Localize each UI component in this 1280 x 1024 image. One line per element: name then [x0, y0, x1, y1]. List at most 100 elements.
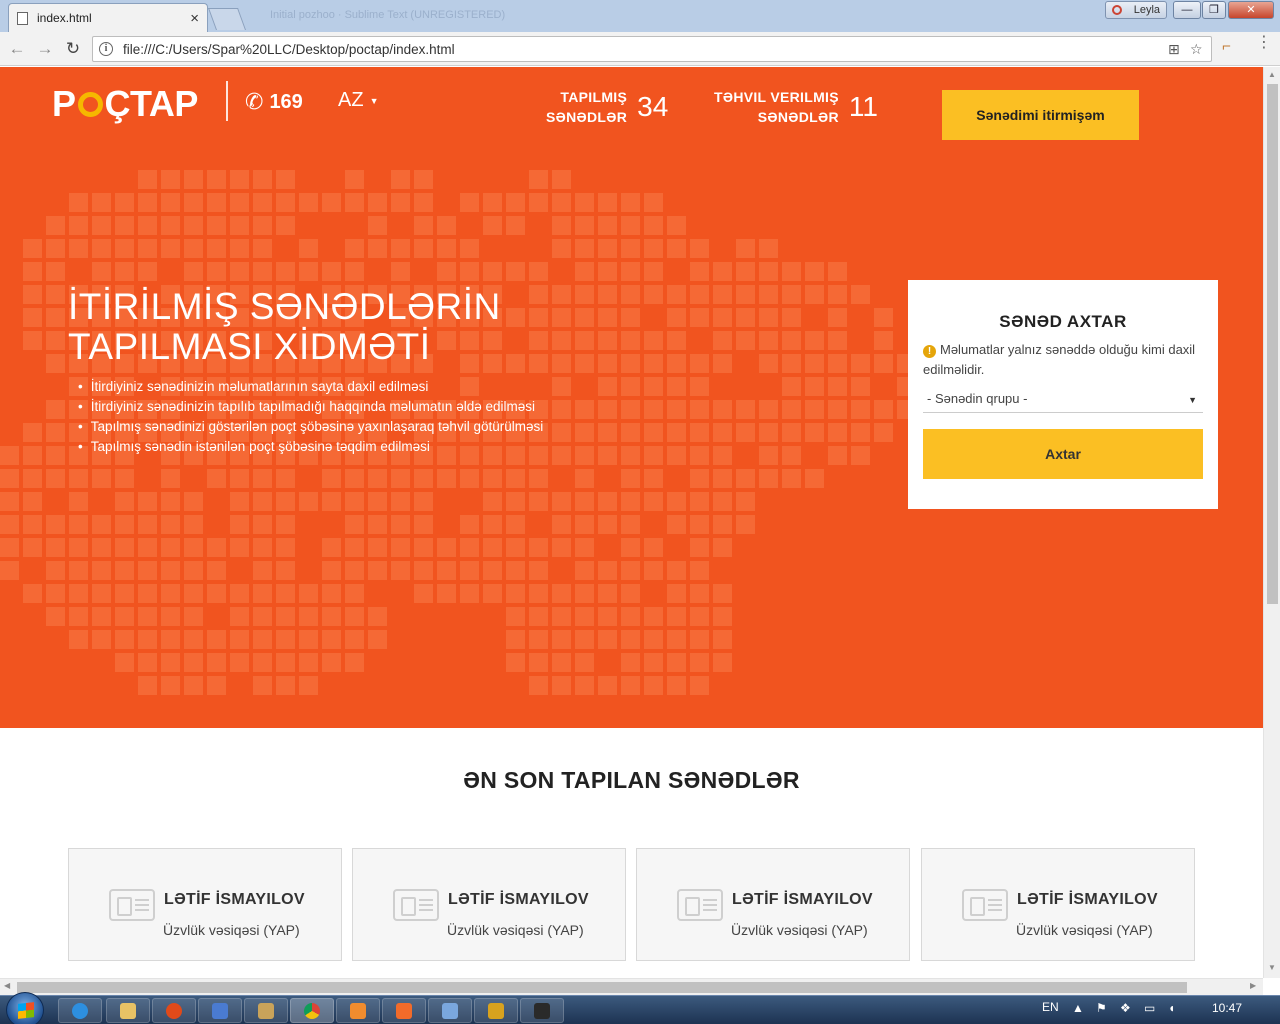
app-icon[interactable] — [520, 998, 564, 1023]
map-pixel — [253, 193, 272, 212]
map-pixel — [391, 561, 410, 580]
search-button[interactable]: Axtar — [923, 429, 1203, 479]
map-pixel — [230, 262, 249, 281]
map-pixel — [368, 515, 387, 534]
map-pixel — [575, 561, 594, 580]
reload-icon[interactable]: ↻ — [62, 38, 84, 60]
translate-icon[interactable]: ⊞ — [1168, 41, 1180, 58]
map-pixel — [23, 239, 42, 258]
map-pixel — [552, 607, 571, 626]
show-hidden-icons-icon[interactable]: ▲ — [1072, 1001, 1084, 1015]
map-pixel — [138, 515, 157, 534]
scroll-left-icon[interactable]: ◀ — [4, 981, 10, 990]
filezilla-icon[interactable] — [474, 998, 518, 1023]
ie-icon[interactable] — [58, 998, 102, 1023]
map-pixel — [667, 492, 686, 511]
map-pixel — [529, 193, 548, 212]
sublime-icon[interactable] — [336, 998, 380, 1023]
scroll-right-icon[interactable]: ▶ — [1250, 981, 1256, 990]
map-pixel — [529, 653, 548, 672]
info-icon[interactable]: i — [99, 42, 113, 56]
document-card[interactable]: LƏTİF İSMAYILOV Üzvlük vəsiqəsi (YAP) — [68, 848, 342, 961]
network-icon[interactable]: ▭ — [1144, 1001, 1155, 1015]
document-card[interactable]: LƏTİF İSMAYILOV Üzvlük vəsiqəsi (YAP) — [352, 848, 626, 961]
map-pixel — [506, 515, 525, 534]
map-pixel — [253, 216, 272, 235]
scroll-up-icon[interactable]: ▲ — [1268, 70, 1276, 79]
lost-document-button[interactable]: Sənədimi itirmişəm — [942, 90, 1139, 140]
map-pixel — [552, 446, 571, 465]
back-arrow-icon[interactable]: ← — [6, 38, 28, 60]
document-card[interactable]: LƏTİF İSMAYILOV Üzvlük vəsiqəsi (YAP) — [921, 848, 1195, 961]
app-icon[interactable] — [198, 998, 242, 1023]
browser-menu-icon[interactable]: ⋮ — [1256, 35, 1272, 51]
minimize-button[interactable]: — — [1173, 1, 1201, 19]
maximize-button[interactable]: ❐ — [1202, 1, 1226, 19]
map-pixel — [368, 630, 387, 649]
map-pixel — [552, 492, 571, 511]
map-pixel — [690, 653, 709, 672]
new-tab-button[interactable] — [207, 8, 247, 30]
map-pixel — [161, 216, 180, 235]
xampp-icon[interactable] — [382, 998, 426, 1023]
extension-icon[interactable]: ⌐ — [1222, 38, 1231, 55]
horizontal-scrollbar[interactable]: ◀ ▶ — [0, 978, 1263, 995]
close-window-button[interactable]: ✕ — [1228, 1, 1274, 19]
action-center-icon[interactable]: ⚑ — [1096, 1001, 1107, 1015]
map-pixel — [575, 285, 594, 304]
map-pixel — [161, 561, 180, 580]
map-pixel — [667, 331, 686, 350]
map-pixel — [782, 400, 801, 419]
map-pixel — [805, 423, 824, 442]
language-selector[interactable]: AZ ▼ — [338, 89, 378, 112]
start-button[interactable] — [6, 992, 44, 1024]
bookmark-star-icon[interactable]: ☆ — [1190, 41, 1203, 58]
poctap-logo[interactable]: P ÇTAP — [52, 83, 198, 125]
map-pixel — [414, 239, 433, 258]
map-pixel — [598, 354, 617, 373]
scroll-down-icon[interactable]: ▼ — [1268, 963, 1276, 972]
scrollbar-thumb[interactable] — [1267, 84, 1278, 604]
map-pixel — [230, 584, 249, 603]
app-icon[interactable] — [152, 998, 196, 1023]
app-icon[interactable] — [244, 998, 288, 1023]
cube-icon[interactable] — [428, 998, 472, 1023]
url-input[interactable]: i file:///C:/Users/Spar%20LLC/Desktop/po… — [92, 36, 1212, 62]
map-pixel — [46, 515, 65, 534]
chrome-icon[interactable] — [290, 998, 334, 1023]
map-pixel — [368, 607, 387, 626]
tab-close-icon[interactable]: × — [190, 10, 199, 27]
map-pixel — [644, 538, 663, 557]
map-pixel — [414, 469, 433, 488]
map-pixel — [115, 538, 134, 557]
vertical-scrollbar[interactable]: ▲ ▼ — [1263, 67, 1280, 978]
forward-arrow-icon[interactable]: → — [34, 38, 56, 60]
map-pixel — [621, 561, 640, 580]
map-pixel — [46, 446, 65, 465]
dropbox-icon[interactable]: ❖ — [1120, 1001, 1131, 1015]
map-pixel — [782, 285, 801, 304]
map-pixel — [276, 193, 295, 212]
document-type: Üzvlük vəsiqəsi (YAP) — [1016, 922, 1153, 938]
explorer-icon[interactable] — [106, 998, 150, 1023]
document-card[interactable]: LƏTİF İSMAYILOV Üzvlük vəsiqəsi (YAP) — [636, 848, 910, 961]
document-group-select[interactable]: - Sənədin qrupu - ▼ — [923, 387, 1203, 413]
list-item: Tapılmış sənədin istənilən poçt şöbəsinə… — [91, 437, 543, 457]
scrollbar-thumb[interactable] — [17, 982, 1187, 993]
map-pixel — [782, 354, 801, 373]
clock[interactable]: 10:47 — [1212, 1001, 1242, 1015]
input-language[interactable]: EN — [1042, 1000, 1059, 1014]
browser-tab-active[interactable]: index.html × — [8, 3, 208, 32]
map-pixel — [184, 538, 203, 557]
map-pixel — [713, 400, 732, 419]
hotline[interactable]: ✆ 169 — [245, 89, 303, 115]
hero-title-line1: İTİRİLMİŞ SƏNƏDLƏRİN — [68, 286, 501, 327]
map-pixel — [299, 262, 318, 281]
map-pixel — [828, 446, 847, 465]
map-pixel — [713, 331, 732, 350]
map-pixel — [851, 423, 870, 442]
map-pixel — [276, 607, 295, 626]
map-pixel — [690, 400, 709, 419]
browser-profile-button[interactable]: Leyla — [1105, 1, 1167, 19]
volume-icon[interactable]: ◖ — [1168, 1001, 1175, 1015]
